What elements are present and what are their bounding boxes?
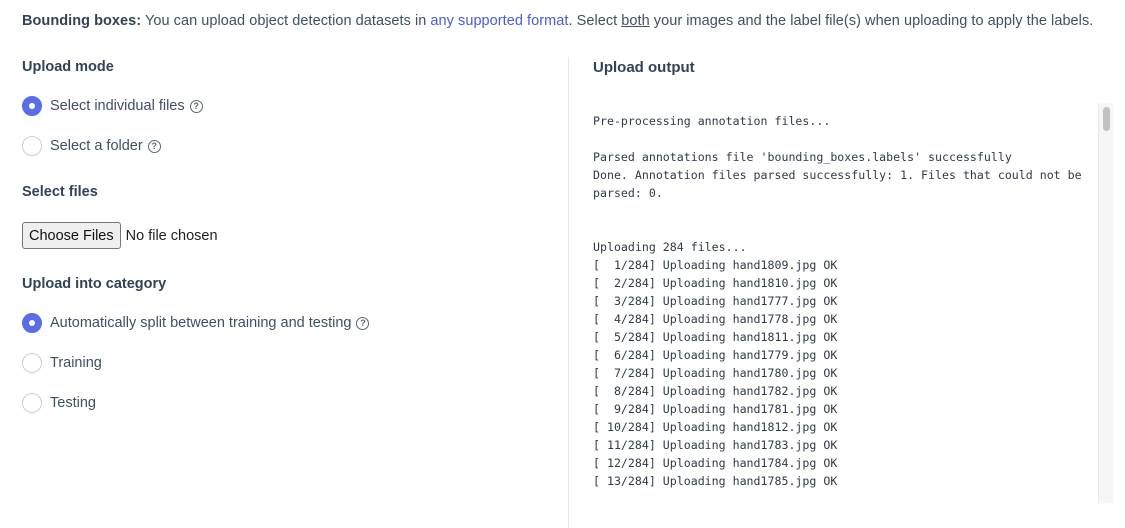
info-text: your images and the label file(s) when u… xyxy=(649,13,1094,29)
upload-page: Bounding boxes: You can upload object de… xyxy=(0,0,1125,528)
scrollbar-thumb[interactable] xyxy=(1103,107,1110,131)
radio-label: Select individual files xyxy=(50,98,185,114)
radio-button[interactable] xyxy=(22,353,42,373)
radio-button[interactable] xyxy=(22,136,42,156)
choose-files-button[interactable]: Choose Files xyxy=(22,222,121,249)
radio-select-individual-files[interactable]: Select individual files ? xyxy=(22,96,203,116)
select-files-title: Select files xyxy=(22,184,98,200)
upload-mode-title: Upload mode xyxy=(22,59,114,75)
upload-output-log[interactable]: Pre-processing annotation files... Parse… xyxy=(593,103,1113,503)
radio-label: Automatically split between training and… xyxy=(50,315,352,331)
info-underlined: both xyxy=(621,13,650,29)
radio-auto-split[interactable]: Automatically split between training and… xyxy=(22,313,370,333)
help-icon[interactable]: ? xyxy=(147,139,161,153)
radio-testing[interactable]: Testing xyxy=(22,393,96,413)
file-status: No file chosen xyxy=(125,227,218,244)
radio-training[interactable]: Training xyxy=(22,353,102,373)
radio-button[interactable] xyxy=(22,313,42,333)
help-icon[interactable]: ? xyxy=(189,99,203,113)
log-scrollbar[interactable] xyxy=(1098,103,1113,503)
help-icon[interactable]: ? xyxy=(356,316,370,330)
radio-label: Testing xyxy=(50,395,96,411)
radio-button[interactable] xyxy=(22,393,42,413)
radio-select-folder[interactable]: Select a folder ? xyxy=(22,136,161,156)
radio-label: Select a folder xyxy=(50,138,143,154)
radio-button[interactable] xyxy=(22,96,42,116)
radio-label: Training xyxy=(50,355,102,371)
info-text: . Select xyxy=(568,13,622,29)
upload-settings-panel: Upload mode Select individual files ? Se… xyxy=(22,0,542,528)
upload-category-title: Upload into category xyxy=(22,276,167,292)
log-text: Pre-processing annotation files... Parse… xyxy=(593,114,1082,488)
file-input[interactable]: Choose Files No file chosen xyxy=(22,222,218,249)
column-divider xyxy=(568,57,569,528)
upload-output-title: Upload output xyxy=(593,59,695,76)
